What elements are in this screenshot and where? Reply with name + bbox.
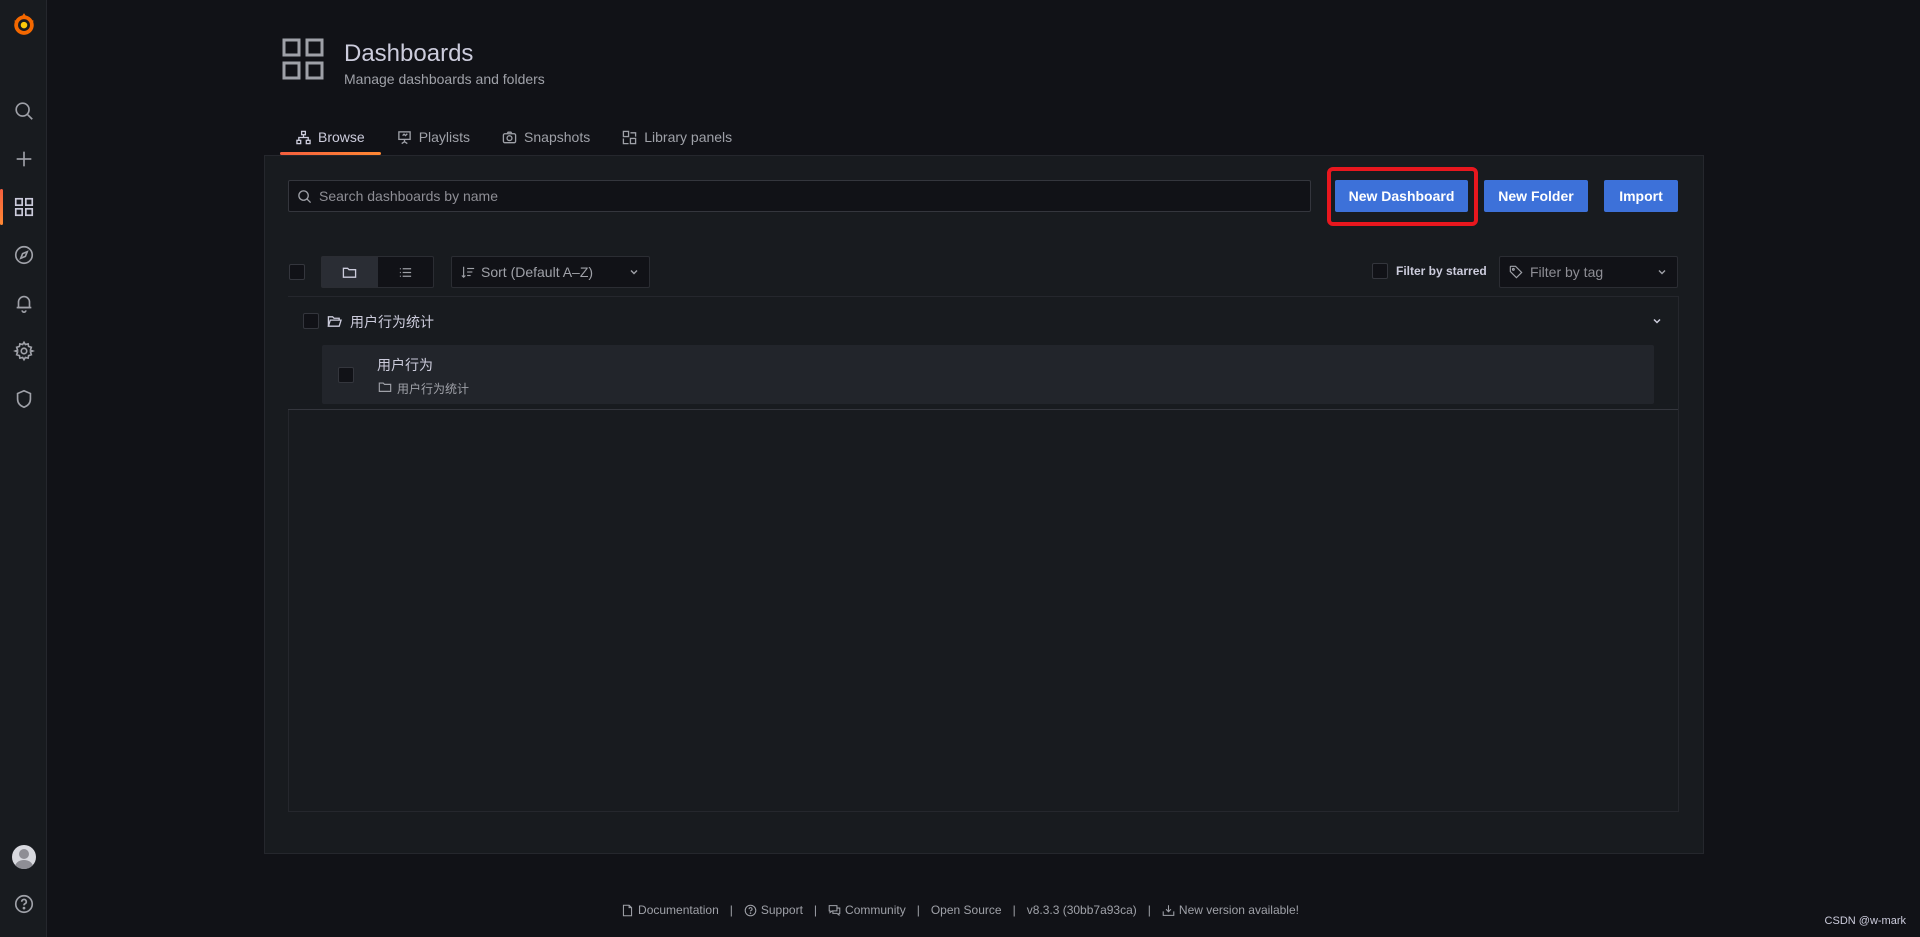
folder-checkbox[interactable] (303, 313, 319, 329)
page-subtitle: Manage dashboards and folders (344, 71, 545, 87)
comments-icon (828, 904, 841, 916)
tab-playlists[interactable]: Playlists (381, 120, 486, 154)
view-mode-toggle (321, 256, 434, 288)
presentation-icon (397, 130, 411, 144)
tab-label: Playlists (418, 129, 471, 145)
footer-version-label: v8.3.3 (30bb7a93ca) (1026, 903, 1137, 917)
download-icon (1162, 904, 1175, 916)
avatar (11, 845, 36, 869)
page-title: Dashboards (344, 40, 474, 67)
tab-browse[interactable]: Browse (280, 120, 381, 155)
tab-label: Snapshots (524, 129, 591, 145)
list-icon (399, 267, 411, 277)
dashboard-title[interactable]: 用户行为 (377, 355, 433, 375)
sort-amount-icon (461, 266, 475, 279)
grafana-logo-icon[interactable] (0, 4, 47, 44)
dashboards-page-icon (282, 38, 324, 80)
footer-community-label: Community (845, 903, 906, 917)
sitemap-icon (296, 130, 311, 144)
filter-starred-label: Filter by starred (1396, 264, 1487, 278)
folder-title[interactable]: 用户行为统计 (350, 312, 434, 332)
new-folder-button[interactable]: New Folder (1484, 180, 1588, 212)
configuration-gear-icon[interactable] (0, 331, 47, 371)
search-input[interactable] (319, 188, 1310, 204)
footer-separator: | (813, 903, 818, 917)
footer: Documentation | Support | Community | Op… (0, 900, 1920, 920)
footer-support-label: Support (760, 903, 803, 917)
footer-documentation-label: Documentation (638, 903, 719, 917)
user-avatar[interactable] (0, 837, 47, 877)
footer-separator: | (729, 903, 733, 917)
footer-documentation-link[interactable]: Documentation (621, 903, 719, 917)
select-all-checkbox[interactable] (289, 264, 305, 280)
new-dashboard-button[interactable]: New Dashboard (1335, 180, 1468, 212)
collapse-chevron-icon[interactable] (1651, 315, 1663, 327)
list-view-button[interactable] (378, 257, 434, 287)
create-plus-icon[interactable] (0, 139, 47, 179)
footer-separator: | (1147, 903, 1151, 917)
chevron-down-icon (1658, 270, 1666, 275)
import-button[interactable]: Import (1604, 180, 1678, 212)
sidebar (0, 0, 47, 937)
search-icon (298, 189, 312, 203)
search-icon[interactable] (0, 91, 47, 131)
tag-filter-placeholder: Filter by tag (1530, 264, 1604, 280)
tag-icon (1509, 265, 1523, 279)
tab-snapshots[interactable]: Snapshots (486, 120, 606, 154)
tag-filter-select[interactable]: Filter by tag (1499, 256, 1678, 288)
filter-starred-checkbox[interactable] (1372, 263, 1388, 279)
tab-label: Library panels (644, 129, 733, 145)
folder-open-icon (327, 316, 342, 327)
tab-label: Browse (318, 129, 365, 145)
camera-icon (502, 131, 517, 143)
folder-icon (378, 382, 392, 392)
footer-community-link[interactable]: Community (828, 903, 906, 917)
question-circle-icon (744, 904, 757, 916)
watermark: CSDN @w-mark (1824, 915, 1906, 927)
footer-open-source-label: Open Source (930, 903, 1002, 917)
footer-open-source-link[interactable]: Open Source (931, 903, 1002, 917)
dashboards-apps-icon[interactable] (0, 187, 47, 227)
server-admin-shield-icon[interactable] (0, 379, 47, 419)
folder-view-button[interactable] (322, 257, 378, 287)
sort-label: Sort (Default A–Z) (481, 264, 594, 280)
footer-support-link[interactable]: Support (744, 903, 803, 917)
library-panel-icon (622, 130, 637, 144)
search-bar (288, 180, 1311, 212)
alerting-bell-icon[interactable] (0, 283, 47, 323)
dashboard-folder-label: 用户行为统计 (397, 382, 470, 396)
tab-library-panels[interactable]: Library panels (606, 120, 748, 154)
chevron-down-icon (630, 270, 638, 275)
footer-version: v8.3.3 (30bb7a93ca) (1027, 903, 1137, 917)
folder-icon (343, 267, 357, 278)
footer-separator: | (916, 903, 920, 917)
dashboard-checkbox[interactable] (338, 367, 354, 383)
page-tabs: Browse Playlists Snapshots Library panel… (280, 120, 748, 155)
footer-separator: | (1012, 903, 1016, 917)
explore-compass-icon[interactable] (0, 235, 47, 275)
footer-new-version-label: New version available! (1178, 903, 1299, 917)
list-item[interactable] (322, 345, 1654, 404)
document-icon (622, 904, 633, 916)
footer-new-version-link[interactable]: New version available! (1162, 903, 1299, 917)
sort-select[interactable]: Sort (Default A–Z) (451, 256, 650, 288)
